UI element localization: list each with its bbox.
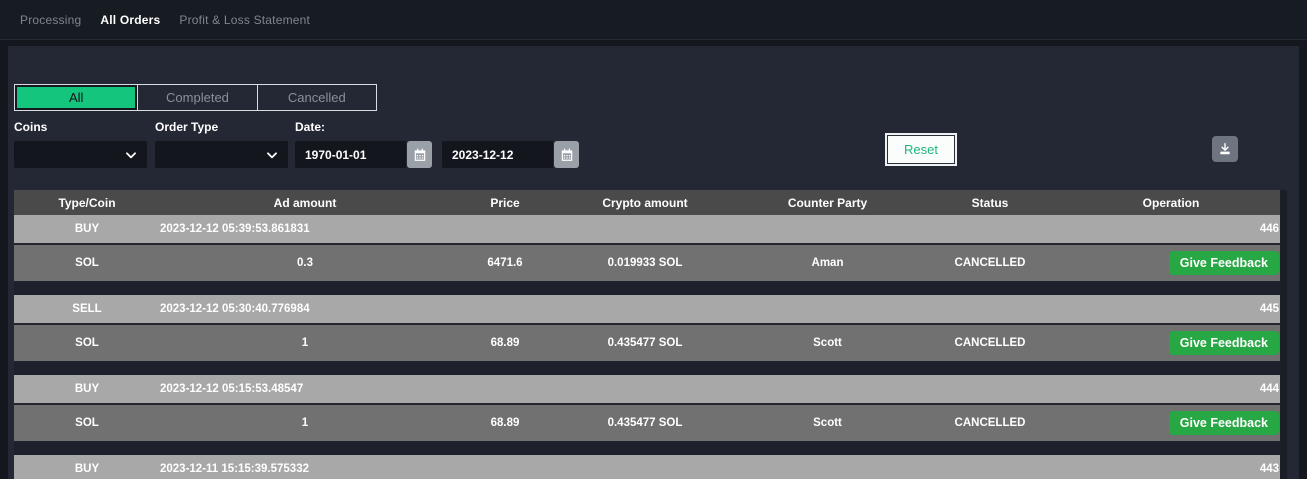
date-to-calendar-button[interactable]	[554, 141, 579, 168]
operation-cell: Give Feedback	[1055, 331, 1287, 355]
col-header-price: Price	[450, 196, 560, 210]
order-timestamp: 2023-12-11 15:15:39.575332	[160, 463, 730, 475]
col-header-counter-party: Counter Party	[730, 196, 925, 210]
order-number: 446	[1055, 223, 1287, 235]
order-type: BUY	[14, 383, 160, 395]
order-group-header[interactable]: BUY 2023-12-12 05:39:53.861831 446	[14, 215, 1280, 243]
price-cell: 68.89	[450, 417, 560, 429]
price-cell: 68.89	[450, 337, 560, 349]
order-type: BUY	[14, 223, 160, 235]
date-from-input[interactable]	[295, 141, 406, 168]
download-button[interactable]	[1212, 136, 1238, 162]
col-header-operation: Operation	[1055, 196, 1287, 210]
order-group-header[interactable]: SELL 2023-12-12 05:30:40.776984 445	[14, 295, 1280, 323]
date-label: Date:	[295, 120, 589, 134]
order-type-select[interactable]	[155, 141, 288, 168]
date-from-calendar-button[interactable]	[407, 141, 432, 168]
order-number: 444	[1055, 383, 1287, 395]
order-type: SELL	[14, 303, 160, 315]
order-group: BUY 2023-12-12 05:15:53.48547 444 SOL 1 …	[14, 375, 1280, 441]
order-timestamp: 2023-12-12 05:39:53.861831	[160, 223, 730, 235]
order-row: SOL 1 68.89 0.435477 SOL Scott CANCELLED…	[14, 403, 1280, 441]
reset-button[interactable]: Reset	[887, 135, 955, 164]
date-to-input[interactable]	[442, 141, 553, 168]
order-group-header[interactable]: BUY 2023-12-11 15:15:39.575332 443	[14, 455, 1280, 479]
tab-all[interactable]: All	[15, 85, 137, 110]
status-cell: CANCELLED	[925, 257, 1055, 269]
col-header-type-coin: Type/Coin	[14, 196, 160, 210]
ad-amount-cell: 1	[160, 337, 450, 349]
order-number: 445	[1055, 303, 1287, 315]
col-header-crypto-amount: Crypto amount	[560, 196, 730, 210]
nav-item-profit-loss[interactable]: Profit & Loss Statement	[179, 13, 310, 27]
order-row: SOL 0.3 6471.6 0.019933 SOL Aman CANCELL…	[14, 243, 1280, 281]
order-type: BUY	[14, 463, 160, 475]
give-feedback-button[interactable]: Give Feedback	[1169, 251, 1279, 275]
col-header-status: Status	[925, 196, 1055, 210]
top-nav: Processing All Orders Profit & Loss Stat…	[0, 0, 1307, 40]
calendar-icon	[413, 148, 427, 162]
crypto-amount-cell: 0.435477 SOL	[560, 337, 730, 349]
order-timestamp: 2023-12-12 05:30:40.776984	[160, 303, 730, 315]
coin-cell: SOL	[14, 417, 160, 429]
tab-cancelled[interactable]: Cancelled	[257, 85, 376, 110]
ad-amount-cell: 0.3	[160, 257, 450, 269]
coin-cell: SOL	[14, 257, 160, 269]
operation-cell: Give Feedback	[1055, 251, 1287, 275]
col-header-ad-amount: Ad amount	[160, 196, 450, 210]
order-group: SELL 2023-12-12 05:30:40.776984 445 SOL …	[14, 295, 1280, 361]
order-group-header[interactable]: BUY 2023-12-12 05:15:53.48547 444	[14, 375, 1280, 403]
price-cell: 6471.6	[450, 257, 560, 269]
order-row: SOL 1 68.89 0.435477 SOL Scott CANCELLED…	[14, 323, 1280, 361]
order-group: BUY 2023-12-12 05:39:53.861831 446 SOL 0…	[14, 215, 1280, 281]
orders-panel: All Completed Cancelled Coins Order Type	[8, 46, 1299, 479]
ad-amount-cell: 1	[160, 417, 450, 429]
coins-select[interactable]	[14, 141, 147, 168]
filters-bar: Coins Order Type Date:	[14, 120, 1299, 178]
tab-completed[interactable]: Completed	[137, 85, 256, 110]
give-feedback-button[interactable]: Give Feedback	[1169, 411, 1279, 435]
chevron-down-icon	[265, 148, 279, 162]
status-filter-tabs: All Completed Cancelled	[14, 84, 377, 111]
order-timestamp: 2023-12-12 05:15:53.48547	[160, 383, 730, 395]
table-header-row: Type/Coin Ad amount Price Crypto amount …	[14, 190, 1280, 215]
order-group: BUY 2023-12-11 15:15:39.575332 443	[14, 455, 1280, 479]
status-cell: CANCELLED	[925, 337, 1055, 349]
calendar-icon	[560, 148, 574, 162]
orders-table: Type/Coin Ad amount Price Crypto amount …	[14, 190, 1287, 479]
download-icon	[1218, 142, 1232, 156]
counter-party-cell: Scott	[730, 417, 925, 429]
crypto-amount-cell: 0.019933 SOL	[560, 257, 730, 269]
give-feedback-button[interactable]: Give Feedback	[1169, 331, 1279, 355]
order-type-label: Order Type	[155, 120, 288, 134]
nav-item-processing[interactable]: Processing	[20, 13, 81, 27]
order-number: 443	[1055, 463, 1287, 475]
nav-item-all-orders[interactable]: All Orders	[100, 13, 160, 27]
status-cell: CANCELLED	[925, 417, 1055, 429]
coin-cell: SOL	[14, 337, 160, 349]
coins-label: Coins	[14, 120, 147, 134]
counter-party-cell: Scott	[730, 337, 925, 349]
crypto-amount-cell: 0.435477 SOL	[560, 417, 730, 429]
chevron-down-icon	[124, 148, 138, 162]
counter-party-cell: Aman	[730, 257, 925, 269]
operation-cell: Give Feedback	[1055, 411, 1287, 435]
